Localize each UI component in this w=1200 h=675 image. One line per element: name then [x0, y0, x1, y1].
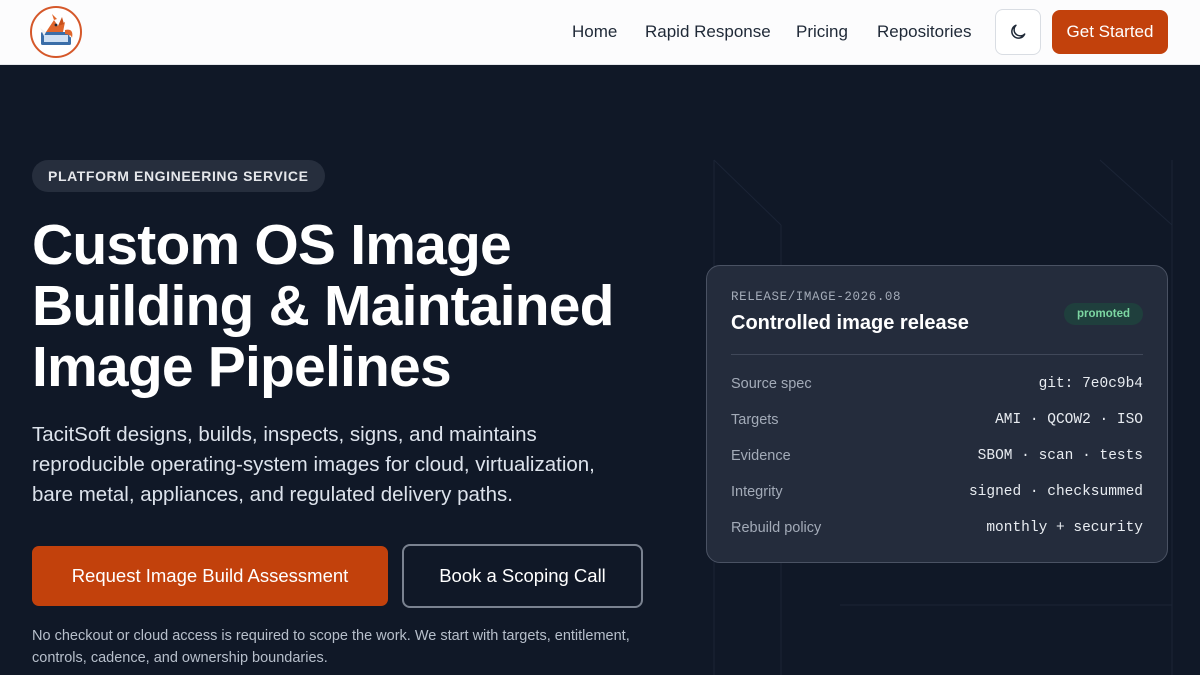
note-line: controls, cadence, and ownership boundar… — [32, 650, 328, 666]
nav-repositories[interactable]: Repositories — [877, 22, 972, 42]
description-line: reproducible operating-system images for… — [32, 453, 595, 476]
row-value: git: 7e0c9b4 — [1038, 376, 1143, 392]
row-label: Evidence — [731, 448, 791, 464]
book-scoping-call-button[interactable]: Book a Scoping Call — [402, 544, 643, 608]
hero-section: PLATFORM ENGINEERING SERVICE Custom OS I… — [0, 65, 1200, 675]
hero-note: No checkout or cloud access is required … — [32, 625, 672, 669]
release-row-integrity: Integrity signed · checksummed — [731, 484, 1143, 508]
nav-home[interactable]: Home — [572, 22, 617, 42]
page-title: Custom OS Image Building & Maintained Im… — [32, 215, 672, 398]
row-value: signed · checksummed — [968, 484, 1143, 500]
hero-description: TacitSoft designs, builds, inspects, sig… — [32, 420, 672, 510]
release-row-evidence: Evidence SBOM · scan · tests — [731, 448, 1143, 472]
release-card: RELEASE/IMAGE-2026.08 Controlled image r… — [706, 265, 1168, 563]
description-line: TacitSoft designs, builds, inspects, sig… — [32, 423, 537, 446]
row-label: Rebuild policy — [731, 520, 822, 536]
service-badge: PLATFORM ENGINEERING SERVICE — [32, 160, 325, 192]
site-header: Home Rapid Response Pricing Repositories… — [0, 0, 1200, 65]
theme-toggle-button[interactable] — [995, 9, 1041, 55]
release-row-rebuild-policy: Rebuild policy monthly + security — [731, 520, 1143, 544]
fox-logo-graphic — [40, 14, 73, 45]
note-line: No checkout or cloud access is required … — [32, 628, 630, 644]
status-badge: promoted — [1064, 303, 1143, 325]
title-line: Custom OS Image — [32, 213, 512, 277]
fox-logo-icon[interactable] — [30, 6, 82, 58]
row-value: SBOM · scan · tests — [977, 448, 1143, 464]
release-id: RELEASE/IMAGE-2026.08 — [731, 290, 902, 304]
row-label: Source spec — [731, 376, 812, 392]
row-value: monthly + security — [986, 520, 1143, 536]
nav-pricing[interactable]: Pricing — [796, 22, 848, 42]
nav-rapid-response[interactable]: Rapid Response — [645, 22, 771, 42]
description-line: bare metal, appliances, and regulated de… — [32, 483, 513, 506]
release-card-title: Controlled image release — [731, 312, 969, 334]
moon-icon — [1011, 24, 1026, 39]
row-label: Integrity — [731, 484, 783, 500]
row-value: AMI · QCOW2 · ISO — [995, 412, 1143, 428]
row-label: Targets — [731, 412, 779, 428]
release-row-source-spec: Source spec git: 7e0c9b4 — [731, 376, 1143, 400]
card-divider — [731, 354, 1143, 355]
title-line: Image Pipelines — [32, 335, 452, 399]
get-started-button[interactable]: Get Started — [1052, 10, 1168, 54]
request-assessment-button[interactable]: Request Image Build Assessment — [32, 546, 388, 606]
release-row-targets: Targets AMI · QCOW2 · ISO — [731, 412, 1143, 436]
title-line: Building & Maintained — [32, 274, 614, 338]
